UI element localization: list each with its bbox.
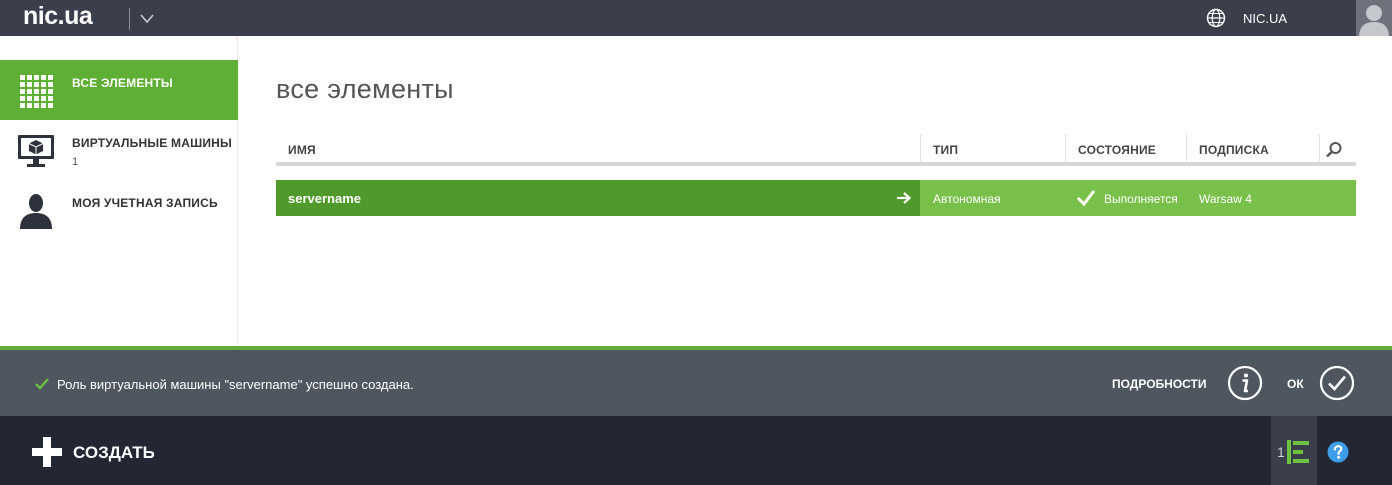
table-header: ИМЯ ТИП СОСТОЯНИЕ ПОДПИСКА	[276, 134, 1356, 166]
column-header-type[interactable]: ТИП	[933, 143, 958, 157]
command-bar: СОЗДАТЬ 1	[0, 416, 1392, 485]
globe-icon[interactable]	[1206, 8, 1226, 28]
column-divider	[1065, 134, 1066, 162]
user-icon	[20, 194, 52, 229]
column-divider	[920, 134, 921, 162]
avatar[interactable]	[1356, 0, 1392, 36]
top-bar: nic.ua NIC.UA	[0, 0, 1392, 36]
sidebar-item-my-account[interactable]: МОЯ УЧЕТНАЯ ЗАПИСЬ	[0, 180, 238, 240]
ok-button[interactable]: ОК	[1287, 377, 1304, 391]
arrow-right-icon[interactable]	[896, 191, 912, 205]
divider	[129, 8, 130, 30]
page-title: все элементы	[276, 74, 454, 104]
row-name[interactable]: servername	[288, 191, 361, 206]
notification-message: Роль виртуальной машины "servername" усп…	[57, 377, 414, 392]
column-divider	[1186, 134, 1187, 162]
queue-count: 1	[1277, 444, 1285, 460]
name-cell: servername	[276, 180, 920, 216]
details-button[interactable]: ПОДРОБНОСТИ	[1112, 377, 1206, 391]
checkmark-icon	[35, 378, 49, 390]
chevron-down-icon[interactable]	[140, 12, 154, 24]
sidebar-item-all-items[interactable]: ВСЕ ЭЛЕМЕНТЫ	[0, 60, 238, 120]
table-row[interactable]: servername Автономная Выполняется Warsaw…	[276, 180, 1356, 216]
column-header-status[interactable]: СОСТОЯНИЕ	[1078, 143, 1156, 157]
row-status: Выполняется	[1104, 192, 1178, 206]
grid-icon	[20, 75, 53, 108]
operations-list-icon	[1287, 440, 1309, 464]
search-icon[interactable]	[1324, 140, 1344, 160]
sidebar-item-label: ВИРТУАЛЬНЫЕ МАШИНЫ	[72, 136, 232, 150]
plus-icon	[32, 437, 62, 467]
sidebar-item-count: 1	[72, 156, 79, 168]
create-label: СОЗДАТЬ	[73, 443, 155, 462]
logo[interactable]: nic.ua	[23, 2, 93, 31]
sidebar-item-virtual-machines[interactable]: ВИРТУАЛЬНЫЕ МАШИНЫ 1	[0, 120, 238, 180]
info-icon[interactable]	[1227, 365, 1263, 401]
monitor-icon	[18, 135, 54, 167]
checkmark-icon	[1076, 190, 1096, 207]
help-icon[interactable]	[1327, 441, 1349, 463]
column-header-subscription[interactable]: ПОДПИСКА	[1199, 143, 1269, 157]
sidebar: ВСЕ ЭЛЕМЕНТЫ ВИРТУАЛЬНЫЕ МАШИНЫ 1 МОЯ УЧ…	[0, 36, 238, 346]
column-header-name[interactable]: ИМЯ	[288, 143, 316, 157]
row-subscription: Warsaw 4	[1199, 192, 1252, 206]
column-divider	[1319, 134, 1320, 162]
user-icon	[1359, 5, 1389, 36]
notification-bar: Роль виртуальной машины "servername" усп…	[0, 346, 1392, 416]
main-content: все элементы ИМЯ ТИП СОСТОЯНИЕ ПОДПИСКА …	[238, 36, 1392, 346]
sidebar-item-label: МОЯ УЧЕТНАЯ ЗАПИСЬ	[72, 196, 218, 210]
sidebar-item-label: ВСЕ ЭЛЕМЕНТЫ	[72, 76, 173, 90]
account-name[interactable]: NIC.UA	[1243, 11, 1287, 26]
row-type: Автономная	[933, 192, 1001, 206]
check-circle-icon[interactable]	[1319, 365, 1355, 401]
operations-queue-button[interactable]: 1	[1271, 416, 1317, 485]
